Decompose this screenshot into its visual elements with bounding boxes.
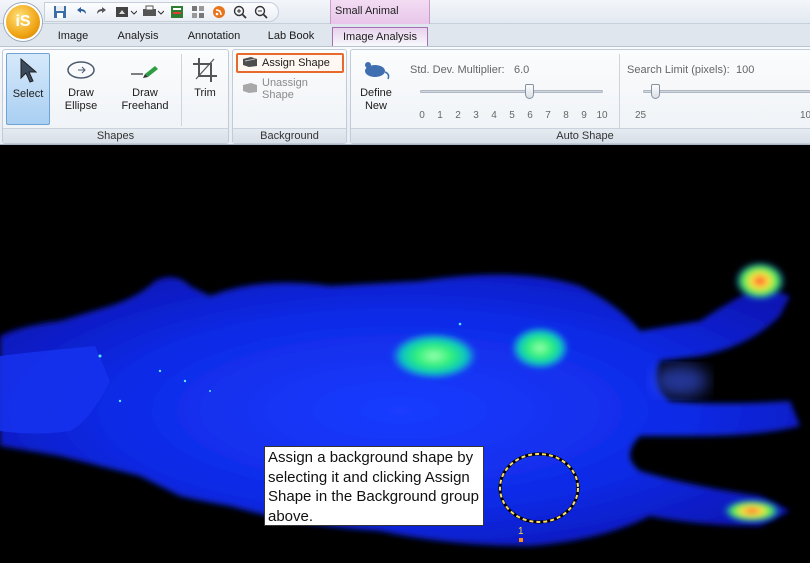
ribbon: Select Draw Ellipse Draw Freehand Trim S…: [0, 46, 810, 145]
ellipse-icon: [55, 53, 107, 87]
tab-annotation[interactable]: Annotation: [180, 27, 248, 46]
std-dev-slider-thumb[interactable]: [525, 84, 534, 99]
ribbon-tab-row: Image Analysis Annotation Lab Book Image…: [0, 24, 810, 46]
zoom-in-icon[interactable]: [231, 4, 249, 20]
assign-shape-button[interactable]: Assign Shape: [236, 53, 344, 73]
draw-ellipse-label: Draw Ellipse: [64, 87, 98, 112]
zoom-out-icon[interactable]: [252, 4, 270, 20]
undo-icon[interactable]: [72, 4, 90, 20]
search-limit-value: 100: [736, 64, 755, 76]
draw-ellipse-button[interactable]: Draw Ellipse: [55, 53, 107, 125]
cursor-icon: [7, 54, 49, 88]
print-icon[interactable]: [141, 4, 165, 20]
tab-image[interactable]: Image: [48, 27, 98, 46]
tab-analysis[interactable]: Analysis: [108, 27, 168, 46]
auto-shape-group-label: Auto Shape: [351, 128, 810, 143]
search-limit-max: 10: [800, 110, 810, 121]
assign-shape-label: Assign Shape: [262, 57, 330, 69]
define-new-label: Define New: [360, 87, 392, 112]
search-limit-slider-thumb[interactable]: [651, 84, 660, 99]
redo-icon[interactable]: [93, 4, 111, 20]
context-tab-group-header: Small Animal: [330, 0, 430, 24]
separator: [181, 54, 182, 126]
unassign-shape-label: Unassign Shape: [262, 77, 308, 101]
mouse-animal-icon: [354, 53, 398, 87]
search-limit-min: 25: [635, 110, 647, 121]
trim-label: Trim: [194, 87, 216, 99]
shapes-group-label: Shapes: [3, 128, 228, 143]
tab-image-analysis[interactable]: Image Analysis: [332, 27, 428, 46]
std-dev-ticks: 0 1 2 3 4 5 6 7 8 9 10: [419, 110, 608, 121]
std-dev-value: 6.0: [514, 64, 530, 76]
help-tooltip: Assign a background shape by selecting i…: [264, 446, 484, 526]
background-group: Assign Shape Unassign Shape Background: [232, 49, 347, 144]
shapes-group: Select Draw Ellipse Draw Freehand Trim S…: [2, 49, 229, 144]
quick-access-toolbar: [44, 2, 279, 22]
image-viewer[interactable]: 1 Assign a background shape by selecting…: [0, 146, 810, 563]
rss-icon[interactable]: [210, 4, 228, 20]
search-limit-label: Search Limit (pixels):: [627, 64, 730, 76]
trim-button[interactable]: Trim: [185, 53, 225, 125]
unassign-shape-icon: [242, 82, 258, 97]
assign-shape-icon: [242, 56, 258, 71]
unassign-shape-button[interactable]: Unassign Shape: [238, 77, 346, 101]
tab-lab-book[interactable]: Lab Book: [258, 27, 324, 46]
search-limit-slider-track[interactable]: [643, 90, 810, 93]
export-icon[interactable]: [114, 4, 138, 20]
grid-icon[interactable]: [189, 4, 207, 20]
separator: [619, 54, 620, 128]
save-icon[interactable]: [51, 4, 69, 20]
select-label: Select: [12, 88, 44, 100]
app-menu-button[interactable]: iS: [4, 3, 42, 41]
std-dev-slider-track[interactable]: [420, 90, 603, 93]
pen-icon: [113, 53, 177, 87]
auto-shape-group: Define New Std. Dev. Multiplier: 6.0 0 1…: [350, 49, 810, 144]
std-dev-label: Std. Dev. Multiplier:: [410, 64, 505, 76]
roi-label: 1: [518, 526, 524, 537]
select-button[interactable]: Select: [6, 53, 50, 125]
crop-icon: [185, 53, 225, 87]
report-icon[interactable]: [168, 4, 186, 20]
background-group-label: Background: [233, 128, 346, 143]
draw-freehand-label: Draw Freehand: [121, 87, 169, 112]
draw-freehand-button[interactable]: Draw Freehand: [113, 53, 177, 125]
define-new-button[interactable]: Define New: [354, 53, 398, 125]
